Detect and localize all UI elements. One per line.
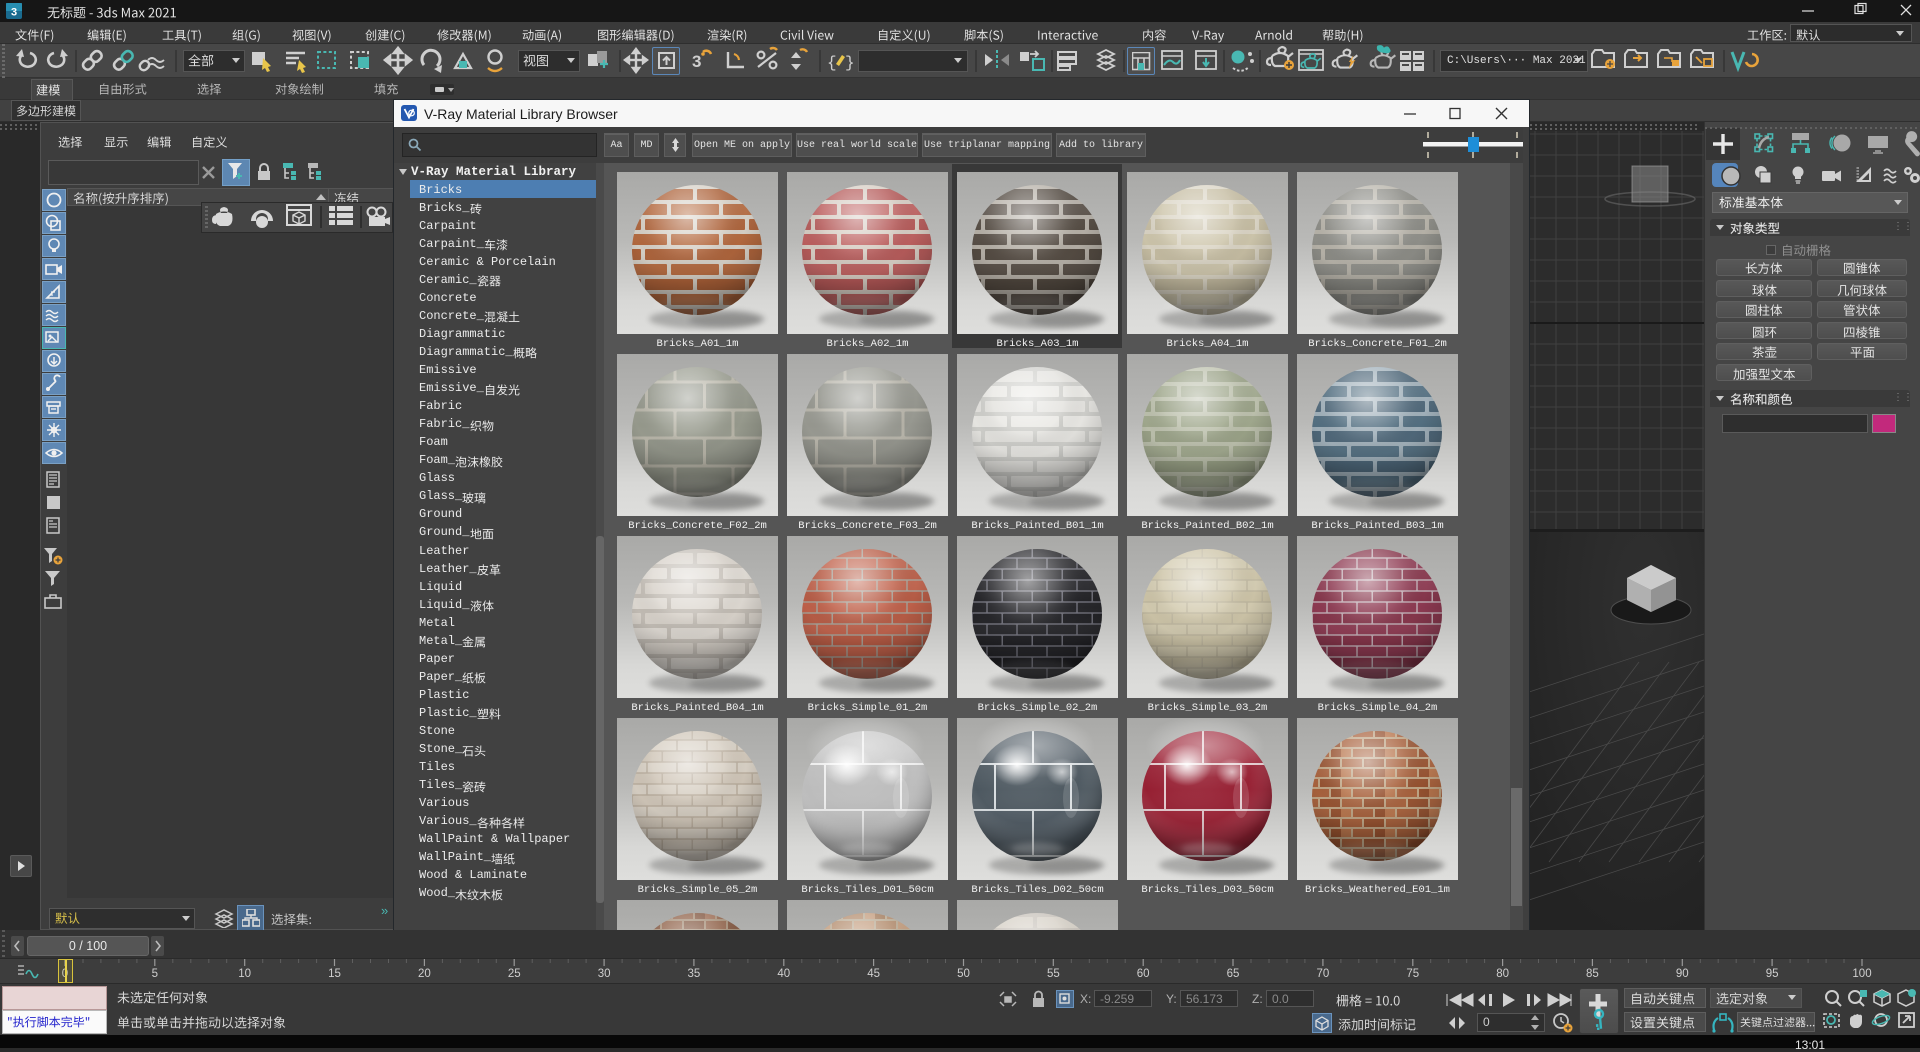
svg-text:3: 3 — [11, 7, 17, 19]
